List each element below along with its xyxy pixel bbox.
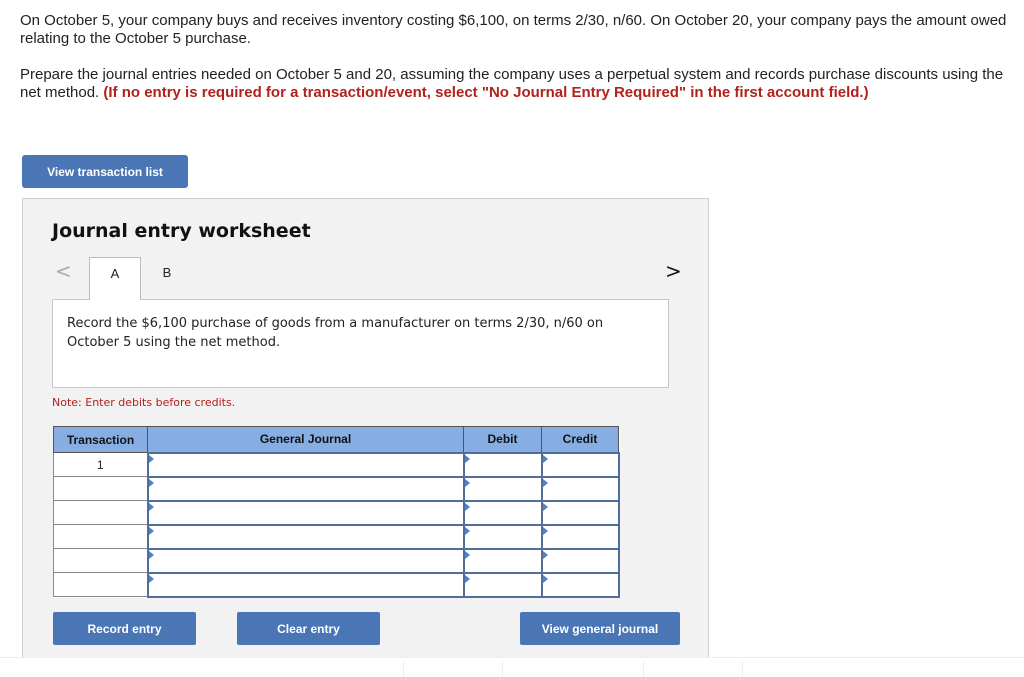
journal-entry-worksheet: Journal entry worksheet < A B > Record t…: [22, 198, 709, 658]
tab-a[interactable]: A: [89, 257, 141, 300]
debit-input[interactable]: [462, 547, 543, 574]
chevron-left-icon[interactable]: <: [55, 259, 72, 283]
debit-input[interactable]: [462, 523, 543, 550]
transaction-description: Record the $6,100 purchase of goods from…: [52, 299, 669, 388]
prompt-paragraph-2: Prepare the journal entries needed on Oc…: [20, 66, 1010, 102]
footer-separator: [643, 662, 644, 677]
table-row: [53, 571, 620, 598]
credit-input[interactable]: [540, 499, 620, 526]
debit-input[interactable]: [462, 451, 543, 478]
header-credit: Credit: [541, 426, 619, 453]
transaction-cell: [53, 524, 148, 549]
record-entry-button[interactable]: Record entry: [53, 612, 196, 645]
clear-entry-button[interactable]: Clear entry: [237, 612, 380, 645]
worksheet-title: Journal entry worksheet: [52, 220, 311, 242]
note-text: Note: Enter debits before credits.: [52, 396, 236, 409]
footer-separator: [403, 662, 404, 677]
header-transaction: Transaction: [53, 426, 148, 453]
table-row: [53, 499, 620, 526]
debit-input[interactable]: [462, 475, 543, 502]
account-input[interactable]: [146, 499, 465, 526]
table-row: [53, 523, 620, 550]
credit-input[interactable]: [540, 571, 620, 598]
table-row: [53, 547, 620, 574]
table-header-row: Transaction General Journal Debit Credit: [53, 426, 619, 453]
chevron-right-icon[interactable]: >: [665, 259, 682, 283]
credit-input[interactable]: [540, 451, 620, 478]
transaction-cell: [53, 548, 148, 573]
journal-table: Transaction General Journal Debit Credit…: [53, 426, 620, 598]
prompt-warning: (If no entry is required for a transacti…: [103, 84, 869, 101]
table-row: 1: [53, 451, 620, 478]
header-general-journal: General Journal: [147, 426, 464, 453]
account-input[interactable]: [146, 523, 465, 550]
transaction-cell: [53, 572, 148, 597]
footer-separator: [502, 662, 503, 677]
credit-input[interactable]: [540, 547, 620, 574]
account-input[interactable]: [146, 547, 465, 574]
transaction-cell: [53, 476, 148, 501]
account-input[interactable]: [146, 571, 465, 598]
view-transaction-list-button[interactable]: View transaction list: [22, 155, 188, 188]
footer-separator: [742, 662, 743, 677]
header-debit: Debit: [463, 426, 542, 453]
account-input[interactable]: [146, 451, 465, 478]
credit-input[interactable]: [540, 523, 620, 550]
table-row: [53, 475, 620, 502]
tab-b[interactable]: B: [141, 257, 193, 299]
question-prompt: On October 5, your company buys and rece…: [20, 12, 1010, 120]
footer-divider: [0, 657, 1024, 658]
prompt-paragraph-1: On October 5, your company buys and rece…: [20, 12, 1007, 47]
view-general-journal-button[interactable]: View general journal: [520, 612, 680, 645]
debit-input[interactable]: [462, 499, 543, 526]
account-input[interactable]: [146, 475, 465, 502]
debit-input[interactable]: [462, 571, 543, 598]
transaction-cell: 1: [53, 452, 148, 477]
credit-input[interactable]: [540, 475, 620, 502]
transaction-cell: [53, 500, 148, 525]
